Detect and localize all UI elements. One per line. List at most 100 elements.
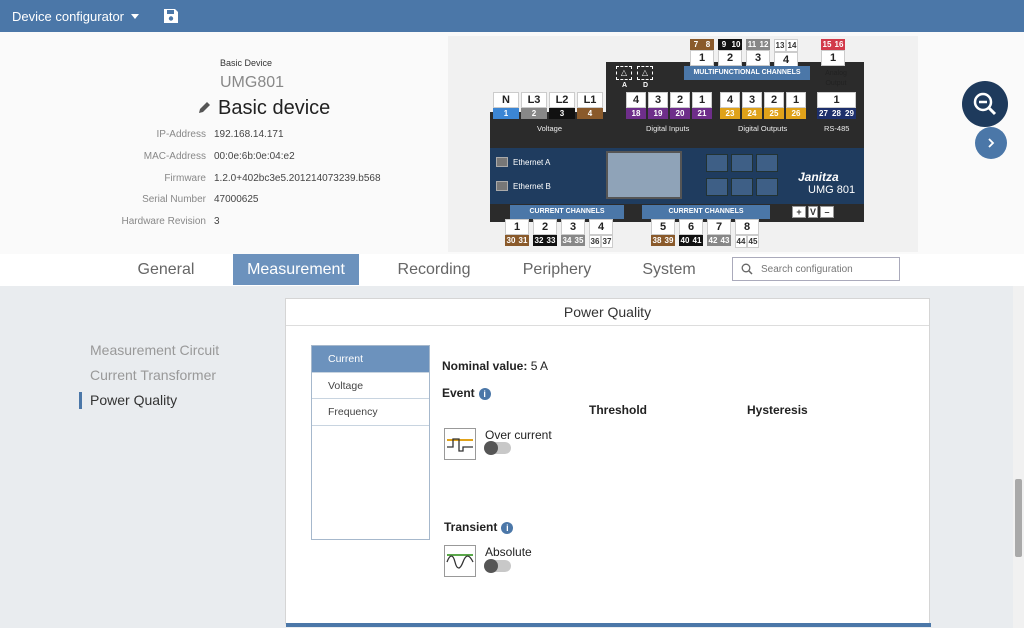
current-terminal-pin: 35 xyxy=(573,235,585,246)
subtab-frequency[interactable]: Frequency xyxy=(312,399,429,426)
app-title[interactable]: Device configurator xyxy=(12,9,124,24)
info-key: MAC-Address xyxy=(143,150,206,162)
rs485-terminal: 1 27 28 29 xyxy=(817,92,856,119)
digital-inputs-label: Digital Inputs xyxy=(646,124,690,133)
ethernet-a-label: Ethernet A xyxy=(513,157,551,167)
scrollbar[interactable] xyxy=(1013,286,1024,628)
multifunction-terminal-pin: 14 xyxy=(786,39,798,52)
digital-output-terminal-number: 4 xyxy=(720,92,740,108)
multifunction-terminal-pin: 8 xyxy=(702,39,714,50)
current-terminal-pin: 37 xyxy=(601,235,613,248)
current-terminal-number: 2 xyxy=(533,219,557,235)
tab-system[interactable]: System xyxy=(624,254,714,285)
voltage-terminal-pin: 1 xyxy=(493,108,519,119)
zoom-out-button[interactable] xyxy=(962,81,1008,127)
nav-item-measurement-circuit[interactable]: Measurement Circuit xyxy=(90,342,219,367)
ethernet-a-port: Ethernet A xyxy=(496,152,602,172)
subtab-current[interactable]: Current xyxy=(312,346,429,373)
voltage-label: Voltage xyxy=(537,124,563,133)
toggle-knob xyxy=(484,441,498,455)
rs485-terminal-number: 1 xyxy=(817,92,856,108)
power-minus: – xyxy=(820,206,834,218)
janitza-logo: Janitza xyxy=(798,170,839,184)
zoom-out-icon xyxy=(973,92,997,116)
ethernet-jack-icon xyxy=(496,157,508,167)
multifunction-terminal-number: 2 xyxy=(718,50,742,66)
event-heading: Event i xyxy=(442,386,491,400)
tab-recording[interactable]: Recording xyxy=(380,254,488,285)
ethernet-jack-icon xyxy=(496,181,508,191)
absolute-label: Absolute xyxy=(485,545,532,559)
digital-output-terminal-pin: 24 xyxy=(742,108,762,119)
device-model: UMG801 xyxy=(220,74,285,91)
power-terminals: + V – xyxy=(792,206,834,218)
current-terminal: 2 32 33 xyxy=(533,219,557,246)
chevron-down-icon[interactable] xyxy=(131,13,139,19)
current-terminal-pin: 41 xyxy=(691,235,703,246)
threshold-header: Threshold xyxy=(589,403,648,417)
multifunction-terminal: 9 10 2 xyxy=(718,39,742,66)
current-terminal: 7 42 43 xyxy=(707,219,731,246)
device-model-label: UMG 801 xyxy=(808,184,856,196)
current-terminal-pin: 40 xyxy=(679,235,691,246)
device-info: IP-Address 192.168.14.171 MAC-Address 00:0… xyxy=(90,129,381,238)
voltage-terminal-pin: 4 xyxy=(577,108,603,119)
left-nav: Measurement Circuit Current Transformer … xyxy=(90,342,219,417)
digital-input-terminal-pin: 19 xyxy=(648,108,668,119)
device-button xyxy=(731,154,753,172)
chevron-right-icon xyxy=(988,138,995,148)
current-terminal-pin: 33 xyxy=(545,235,557,246)
port-a-label: A xyxy=(622,82,628,89)
absolute-toggle[interactable] xyxy=(484,559,511,573)
rs485-terminal-pin: 27 xyxy=(817,108,830,119)
info-icon[interactable]: i xyxy=(478,387,491,400)
digital-input-terminal-number: 3 xyxy=(648,92,668,108)
port-d-icon: △ xyxy=(637,66,653,80)
info-value: 00:0e:6b:0e:04:e2 xyxy=(214,150,295,162)
rs485-terminal-pin: 28 xyxy=(830,108,843,119)
info-icon[interactable]: i xyxy=(501,521,514,534)
info-key: Serial Number xyxy=(142,194,206,206)
voltage-terminal: L1 4 xyxy=(577,92,603,119)
nav-item-power-quality[interactable]: Power Quality xyxy=(90,392,219,417)
ethernet-b-port: Ethernet B xyxy=(496,176,602,196)
digital-output-terminal-pin: 23 xyxy=(720,108,740,119)
event-label: Event xyxy=(442,386,475,400)
digital-output-terminal-number: 2 xyxy=(764,92,784,108)
next-button[interactable] xyxy=(975,127,1007,159)
pencil-icon[interactable] xyxy=(198,97,212,120)
search-placeholder: Search configuration xyxy=(761,263,853,275)
info-key: Hardware Revision xyxy=(121,216,206,228)
tab-general[interactable]: General xyxy=(118,254,214,285)
multifunctional-channels-label: MULTIFUNCTIONAL CHANNELS xyxy=(684,66,810,80)
nav-item-current-transformer[interactable]: Current Transformer xyxy=(90,367,219,392)
current-terminal-number: 6 xyxy=(679,219,703,235)
device-display xyxy=(606,151,682,199)
digital-input-terminal: 1 21 xyxy=(692,92,712,119)
analog-output-terminal: 15 16 1 xyxy=(821,39,845,66)
save-icon[interactable] xyxy=(163,8,179,24)
port-d-label: D xyxy=(643,82,649,89)
multifunction-terminal-pin: 10 xyxy=(730,39,742,50)
subtab-voltage[interactable]: Voltage xyxy=(312,373,429,399)
digital-input-terminal: 4 18 xyxy=(626,92,646,119)
digital-input-terminal-number: 4 xyxy=(626,92,646,108)
multifunction-terminal-pin: 11 xyxy=(746,39,758,50)
search-input[interactable]: Search configuration xyxy=(732,257,900,281)
multifunction-terminal-pin: 7 xyxy=(690,39,702,50)
voltage-terminal: N1 xyxy=(493,92,519,119)
search-icon xyxy=(741,263,753,275)
digital-output-terminal: 2 25 xyxy=(764,92,784,119)
voltage-terminal: L2 3 xyxy=(549,92,575,119)
device-button xyxy=(731,178,753,196)
tab-periphery[interactable]: Periphery xyxy=(505,254,609,285)
current-terminal: 8 44 45 xyxy=(735,219,759,248)
current-terminal-pin: 45 xyxy=(747,235,759,248)
scrollbar-thumb[interactable] xyxy=(1015,479,1022,557)
nominal-label: Nominal value: xyxy=(442,359,528,373)
multifunction-terminal-pin: 9 xyxy=(718,39,730,50)
current-terminal-number: 3 xyxy=(561,219,585,235)
tab-measurement[interactable]: Measurement xyxy=(233,254,359,285)
info-key: Firmware xyxy=(164,172,206,184)
over-current-toggle[interactable] xyxy=(484,441,511,455)
